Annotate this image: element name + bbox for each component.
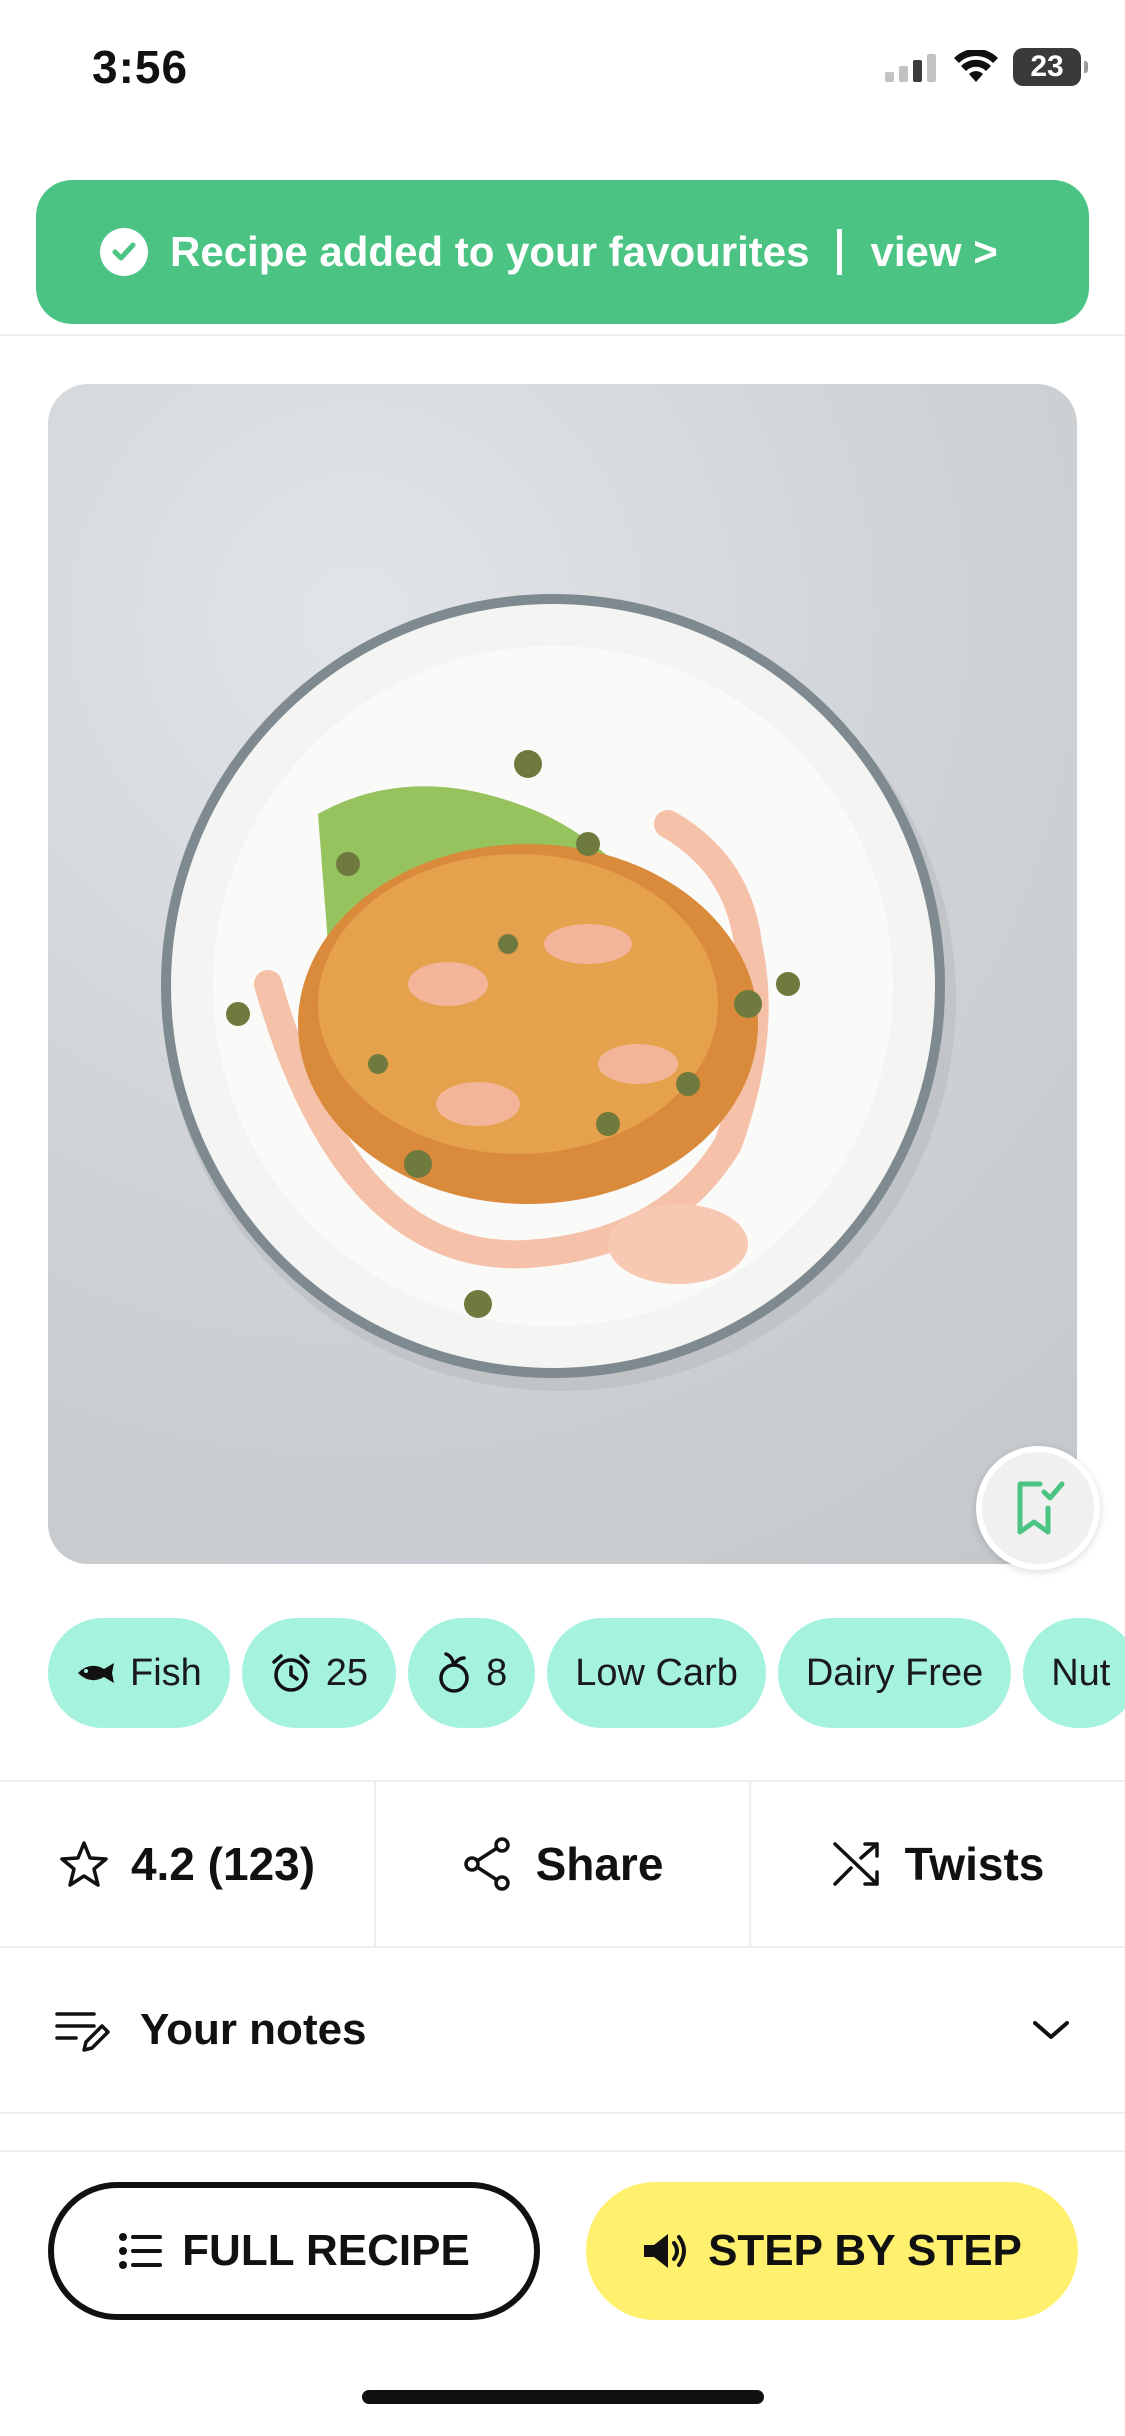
status-icons: 23 bbox=[885, 48, 1088, 86]
fish-icon bbox=[76, 1659, 116, 1687]
full-recipe-button[interactable]: FULL RECIPE bbox=[48, 2182, 540, 2320]
tag-label: Fish bbox=[130, 1651, 202, 1694]
cellular-signal-icon bbox=[885, 54, 936, 82]
step-by-step-button[interactable]: STEP BY STEP bbox=[586, 2182, 1078, 2320]
share-label: Share bbox=[535, 1838, 664, 1890]
favourites-toast: Recipe added to your favourites view > bbox=[36, 180, 1089, 324]
notes-edit-icon bbox=[55, 2012, 110, 2052]
tag-label: Nut bbox=[1051, 1651, 1111, 1694]
step-by-step-label: STEP BY STEP bbox=[708, 2226, 1022, 2275]
recipe-hero-image bbox=[48, 384, 1077, 1564]
twists-button[interactable]: Twists bbox=[749, 1782, 1124, 1946]
tag-label: 8 bbox=[486, 1651, 508, 1694]
tag-ingredients[interactable]: 8 bbox=[408, 1618, 536, 1728]
rating-label: 4.2 (123) bbox=[130, 1838, 316, 1890]
rating-button[interactable]: 4.2 (123) bbox=[0, 1782, 374, 1946]
bookmark-button[interactable] bbox=[976, 1446, 1100, 1570]
battery-icon: 23 bbox=[1013, 48, 1088, 86]
alarm-clock-icon bbox=[270, 1652, 312, 1694]
share-button[interactable]: Share bbox=[374, 1782, 749, 1946]
twists-label: Twists bbox=[904, 1838, 1045, 1890]
speaker-icon bbox=[644, 2234, 687, 2268]
check-circle-icon bbox=[100, 228, 148, 276]
recipe-actions: 4.2 (123) Share Twists bbox=[0, 1780, 1125, 1948]
home-indicator bbox=[362, 2390, 764, 2404]
toast-view-link[interactable]: view > bbox=[870, 228, 997, 276]
tag-label: Dairy Free bbox=[805, 1651, 984, 1694]
tag-label: 25 bbox=[325, 1651, 369, 1694]
full-recipe-label: FULL RECIPE bbox=[182, 2226, 470, 2275]
tag-nut[interactable]: Nut bbox=[1023, 1618, 1125, 1728]
chevron-down-icon bbox=[1033, 2021, 1069, 2039]
battery-level: 23 bbox=[1030, 50, 1064, 83]
plate-illustration bbox=[161, 594, 956, 1391]
tag-time[interactable]: 25 bbox=[241, 1618, 397, 1728]
bookmark-check-icon bbox=[1017, 1481, 1065, 1535]
wifi-icon bbox=[954, 50, 998, 82]
status-time: 3:56 bbox=[92, 41, 189, 93]
status-bar: 3:56 23 bbox=[0, 0, 1125, 140]
notes-label: Your notes bbox=[140, 2005, 367, 2054]
list-icon bbox=[119, 2233, 163, 2269]
shuffle-icon bbox=[832, 1842, 879, 1886]
tag-low-carb[interactable]: Low Carb bbox=[547, 1618, 766, 1728]
star-icon bbox=[60, 1841, 108, 1887]
your-notes-row[interactable]: Your notes bbox=[0, 1948, 1125, 2114]
tag-fish[interactable]: Fish bbox=[48, 1618, 230, 1728]
share-icon bbox=[463, 1837, 510, 1891]
toast-separator bbox=[837, 229, 843, 275]
divider bbox=[0, 334, 1125, 336]
tag-label: Low Carb bbox=[575, 1651, 738, 1694]
recipe-tags: Fish 25 8 Low Carb Dairy Free Nut bbox=[48, 1618, 1125, 1728]
toast-message: Recipe added to your favourites bbox=[170, 228, 810, 275]
tag-dairy-free[interactable]: Dairy Free bbox=[777, 1618, 1012, 1728]
ingredients-count-icon bbox=[436, 1652, 472, 1694]
